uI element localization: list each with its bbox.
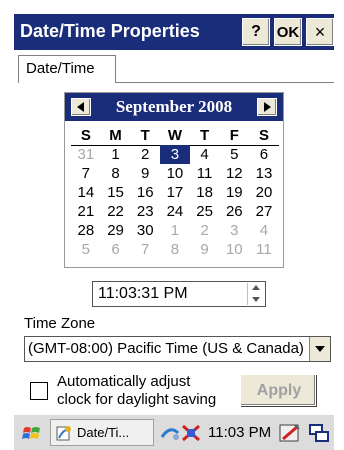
connectivity-icon[interactable] [180, 422, 202, 444]
help-button[interactable]: ? [242, 18, 270, 46]
calendar-day[interactable]: 4 [249, 221, 279, 240]
weekday-label: M [109, 127, 122, 144]
time-zone-value: (GMT-08:00) Pacific Time (US & Canada) [28, 340, 304, 357]
calendar-day[interactable]: 10 [219, 240, 249, 259]
calendar-day[interactable]: 21 [71, 202, 101, 221]
calendar-day[interactable]: 2 [130, 145, 160, 164]
calendar-day[interactable]: 3 [219, 221, 249, 240]
calendar-grid: S M T W T F S 31 1 2 3 4 5 6 7 8 9 10 11 12 13 14 15 16 1… [71, 126, 279, 259]
calendar-day[interactable]: 9 [130, 164, 160, 183]
weekday-label: T [140, 127, 150, 144]
calendar-day[interactable]: 22 [101, 202, 131, 221]
calendar-day[interactable]: 26 [219, 202, 249, 221]
network-sync-icon[interactable] [160, 423, 180, 443]
calendar-week-row: 7 8 9 10 11 12 13 [71, 164, 279, 183]
calendar-day[interactable]: 4 [190, 145, 220, 164]
weekday-label: S [80, 127, 91, 144]
spin-down-icon[interactable] [252, 297, 260, 302]
ok-button[interactable]: OK [274, 18, 302, 46]
close-icon: × [314, 21, 326, 42]
calendar-day[interactable]: 2 [190, 221, 220, 240]
daylight-saving-checkbox[interactable] [30, 382, 48, 400]
taskbar-item-date-time[interactable]: Date/Ti... [50, 419, 154, 446]
calendar-day[interactable]: 29 [101, 221, 131, 240]
calendar-day[interactable]: 5 [71, 240, 101, 259]
calendar-day[interactable]: 23 [130, 202, 160, 221]
calendar-header: September 2008 [65, 93, 283, 121]
calendar-day[interactable]: 3 [160, 145, 190, 164]
next-month-button[interactable] [257, 98, 277, 116]
weekday-label: S [258, 127, 269, 144]
windows-start-icon[interactable] [22, 423, 42, 443]
calendar-day[interactable]: 20 [249, 183, 279, 202]
month-calendar: September 2008 S M T W T F S 31 1 2 3 4 5 6 7 8 9… [64, 92, 284, 268]
calendar-day[interactable]: 1 [160, 221, 190, 240]
time-spinner[interactable] [247, 283, 264, 305]
window-title: Date/Time Properties [20, 21, 200, 41]
calendar-day[interactable]: 16 [130, 183, 160, 202]
weekday-label: T [200, 127, 210, 144]
calendar-day[interactable]: 30 [130, 221, 160, 240]
time-input[interactable]: 11:03:31 PM [92, 281, 266, 307]
calendar-month-label[interactable]: September 2008 [65, 97, 283, 117]
taskbar: Date/Ti... 11:03 PM [14, 414, 334, 450]
desktop-windows-icon[interactable] [308, 422, 330, 444]
weekday-label: W [167, 127, 182, 144]
calendar-week-row: 5 6 7 8 9 10 11 [71, 240, 279, 259]
chevron-down-icon [315, 346, 325, 352]
calendar-day[interactable]: 12 [219, 164, 249, 183]
input-panel-icon[interactable] [278, 421, 302, 445]
tab-date-time[interactable]: Date/Time [18, 55, 116, 83]
apply-button[interactable]: Apply [240, 374, 316, 406]
calendar-day[interactable]: 18 [190, 183, 220, 202]
calendar-day[interactable]: 15 [101, 183, 131, 202]
calendar-day[interactable]: 27 [249, 202, 279, 221]
calendar-week-row: 31 1 2 3 4 5 6 [71, 145, 279, 164]
calendar-day[interactable]: 6 [249, 145, 279, 164]
calendar-day[interactable]: 11 [249, 240, 279, 259]
time-value: 11:03:31 PM [98, 285, 188, 302]
calendar-day[interactable]: 5 [219, 145, 249, 164]
arrow-right-icon [264, 102, 271, 112]
calendar-day[interactable]: 9 [190, 240, 220, 259]
calendar-day[interactable]: 8 [160, 240, 190, 259]
calendar-day[interactable]: 31 [71, 145, 101, 164]
calendar-day[interactable]: 11 [190, 164, 220, 183]
clock-document-icon [56, 426, 71, 441]
close-button[interactable]: × [306, 18, 334, 46]
calendar-day[interactable]: 1 [101, 145, 131, 164]
time-zone-label: Time Zone [24, 315, 96, 332]
weekday-label: F [229, 127, 239, 144]
calendar-day[interactable]: 10 [160, 164, 190, 183]
calendar-day[interactable]: 7 [71, 164, 101, 183]
calendar-day[interactable]: 28 [71, 221, 101, 240]
weekday-row: S M T W T F S [71, 126, 279, 145]
daylight-saving-label[interactable]: Automatically adjust clock for daylight … [57, 373, 247, 409]
calendar-day[interactable]: 25 [190, 202, 220, 221]
calendar-day[interactable]: 7 [130, 240, 160, 259]
time-zone-select[interactable]: (GMT-08:00) Pacific Time (US & Canada) [24, 336, 331, 362]
tab-divider [116, 82, 334, 83]
calendar-week-row: 21 22 23 24 25 26 27 [71, 202, 279, 221]
calendar-day[interactable]: 6 [101, 240, 131, 259]
spin-up-icon[interactable] [252, 285, 260, 290]
calendar-day[interactable]: 13 [249, 164, 279, 183]
calendar-day[interactable]: 17 [160, 183, 190, 202]
calendar-week-row: 14 15 16 17 18 19 20 [71, 183, 279, 202]
time-zone-dropdown-button[interactable] [309, 337, 330, 361]
taskbar-clock[interactable]: 11:03 PM [208, 424, 271, 441]
calendar-day[interactable]: 24 [160, 202, 190, 221]
calendar-week-row: 28 29 30 1 2 3 4 [71, 221, 279, 240]
calendar-day[interactable]: 8 [101, 164, 131, 183]
calendar-day[interactable]: 14 [71, 183, 101, 202]
screen: Date/Time Properties ? OK × Date/Time Se… [0, 0, 344, 450]
calendar-day[interactable]: 19 [219, 183, 249, 202]
title-bar: Date/Time Properties ? OK × [14, 14, 334, 50]
